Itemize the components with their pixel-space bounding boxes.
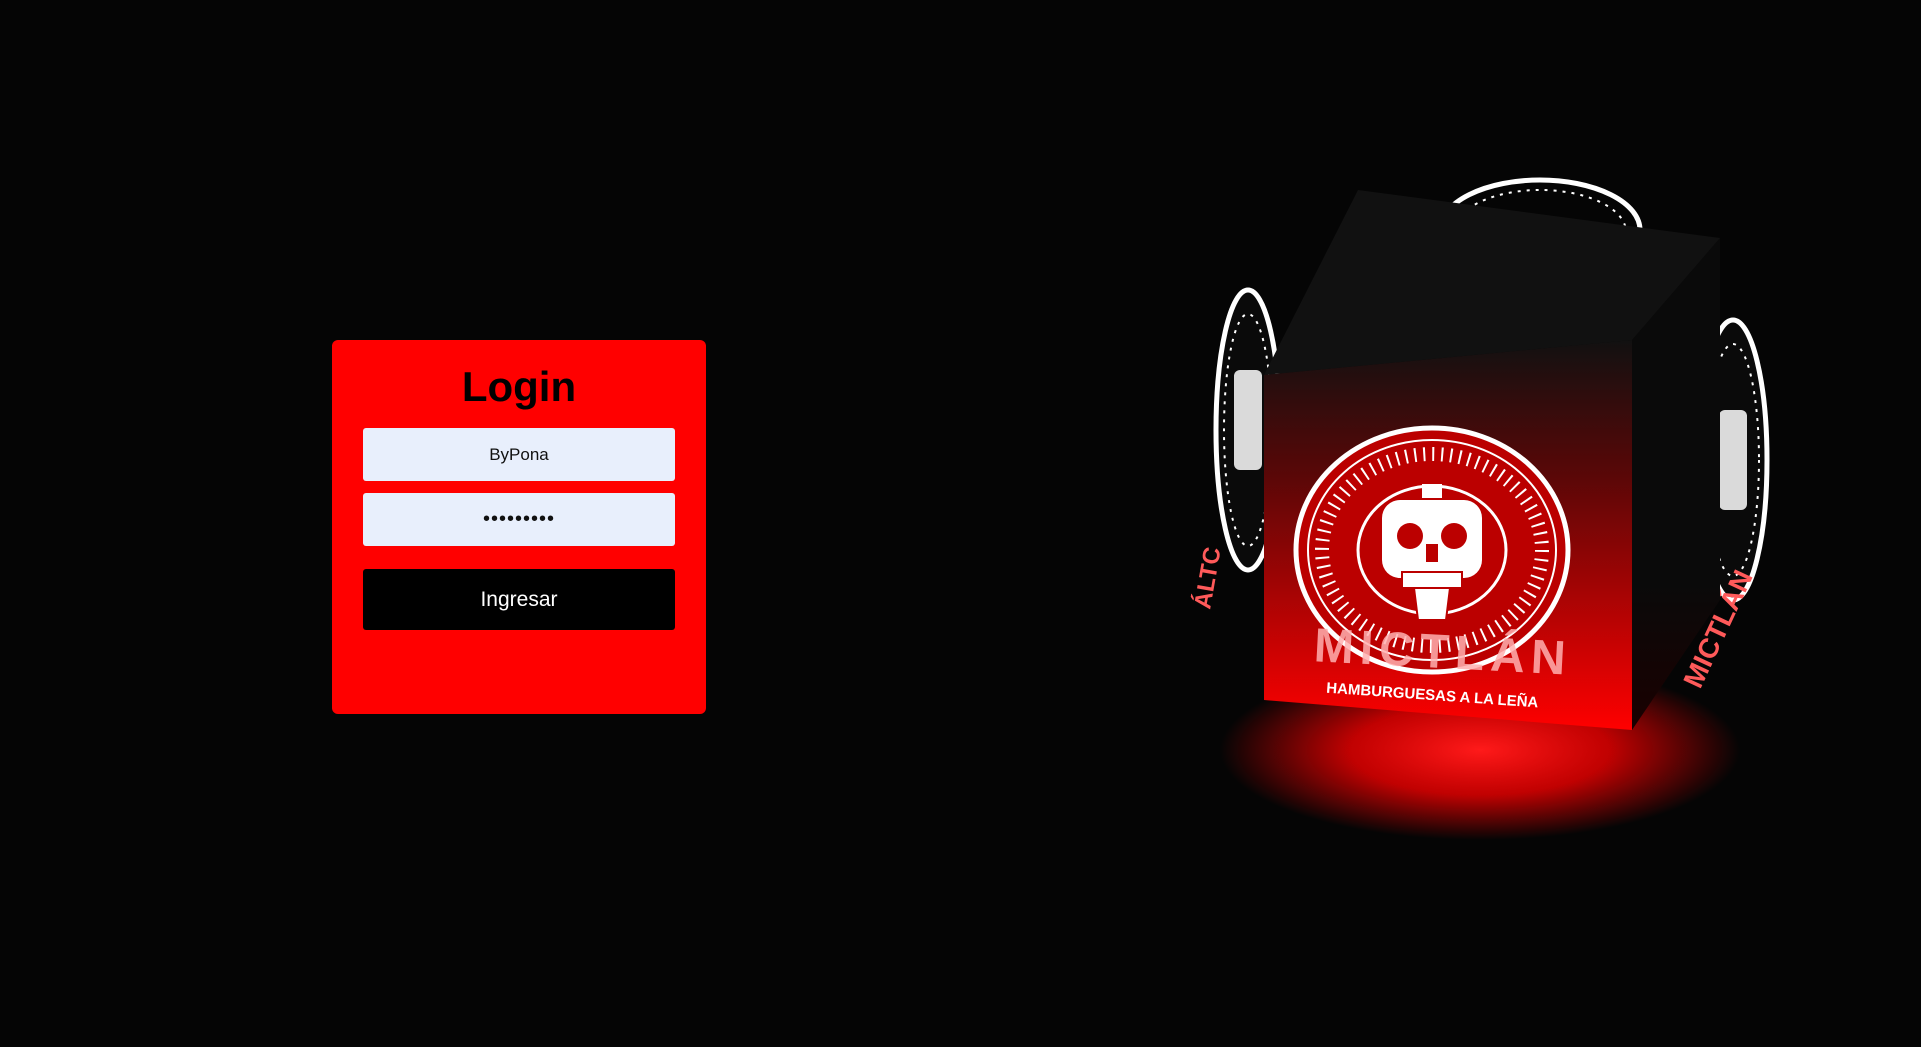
login-title: Login xyxy=(461,363,577,410)
svg-text:ÁLTC: ÁLTC xyxy=(1188,545,1226,611)
login-form: Login ••••••••• Ingresar xyxy=(332,340,706,714)
submit-button[interactable]: Ingresar xyxy=(363,569,675,630)
password-input[interactable]: ••••••••• xyxy=(363,493,675,546)
brand-logo-cube: ÁLTC MICTLÁN MICTLÁN HAMBURGUESAS A LA L… xyxy=(1180,170,1800,870)
username-input[interactable] xyxy=(363,428,675,481)
password-mask: ••••••••• xyxy=(482,508,556,530)
login-page: Login ••••••••• Ingresar xyxy=(0,0,1921,1047)
